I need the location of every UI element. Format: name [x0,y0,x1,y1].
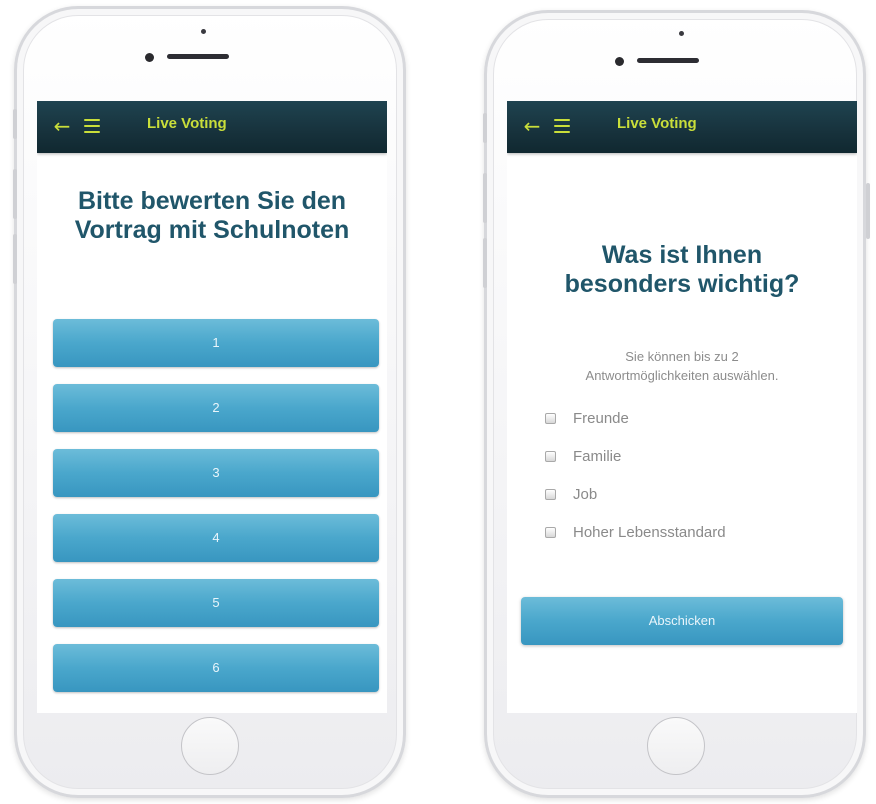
option-label: Freunde [573,410,629,427]
screen-left: ← Live Voting Bitte bewerten Sie den Vor… [37,101,387,713]
mute-switch [13,109,17,139]
screen-right: ← Live Voting Was ist Ihnen besonders wi… [507,101,857,713]
app-header: ← Live Voting [37,101,387,153]
submit-button[interactable]: Abschicken [521,597,843,645]
checkbox[interactable] [545,413,556,424]
app-title: Live Voting [617,115,697,132]
volume-up-button [483,173,487,223]
hamburger-menu-icon[interactable] [81,114,105,138]
home-button[interactable] [647,717,705,775]
question-title: Was ist Ihnen besonders wichtig? [564,241,800,298]
option-label: Familie [573,448,622,465]
checkbox[interactable] [545,527,556,538]
volume-down-button [483,238,487,288]
question-title: Bitte bewerten Sie den Vortrag mit Schul… [74,187,350,244]
power-button [866,183,870,239]
grade-button-5[interactable]: 5 [53,579,379,627]
grade-button-6[interactable]: 6 [53,644,379,692]
proximity-sensor [201,29,206,34]
home-button[interactable] [181,717,239,775]
selection-hint: Sie können bis zu 2 Antwortmöglichkeiten… [585,349,779,383]
front-camera [615,57,624,66]
mute-switch [483,113,487,143]
arrow-left-icon[interactable]: ← [49,113,75,139]
grade-button-4[interactable]: 4 [53,514,379,562]
hamburger-menu-icon[interactable] [551,114,575,138]
checkbox[interactable] [545,451,556,462]
grade-button-1[interactable]: 1 [53,319,379,367]
phone-frame-left: ← Live Voting Bitte bewerten Sie den Vor… [13,6,406,798]
checkbox[interactable] [545,489,556,500]
app-title: Live Voting [147,115,227,132]
proximity-sensor [679,31,684,36]
grade-button-3[interactable]: 3 [53,449,379,497]
volume-up-button [13,169,17,219]
arrow-left-icon[interactable]: ← [519,113,545,139]
grade-button-2[interactable]: 2 [53,384,379,432]
option-label: Job [573,486,598,503]
front-camera [145,53,154,62]
app-header: ← Live Voting [507,101,857,153]
earpiece-speaker [637,58,699,63]
option-label: Hoher Lebensstandard [573,524,726,541]
volume-down-button [13,234,17,284]
phone-frame-right: ← Live Voting Was ist Ihnen besonders wi… [483,10,870,798]
earpiece-speaker [167,54,229,59]
